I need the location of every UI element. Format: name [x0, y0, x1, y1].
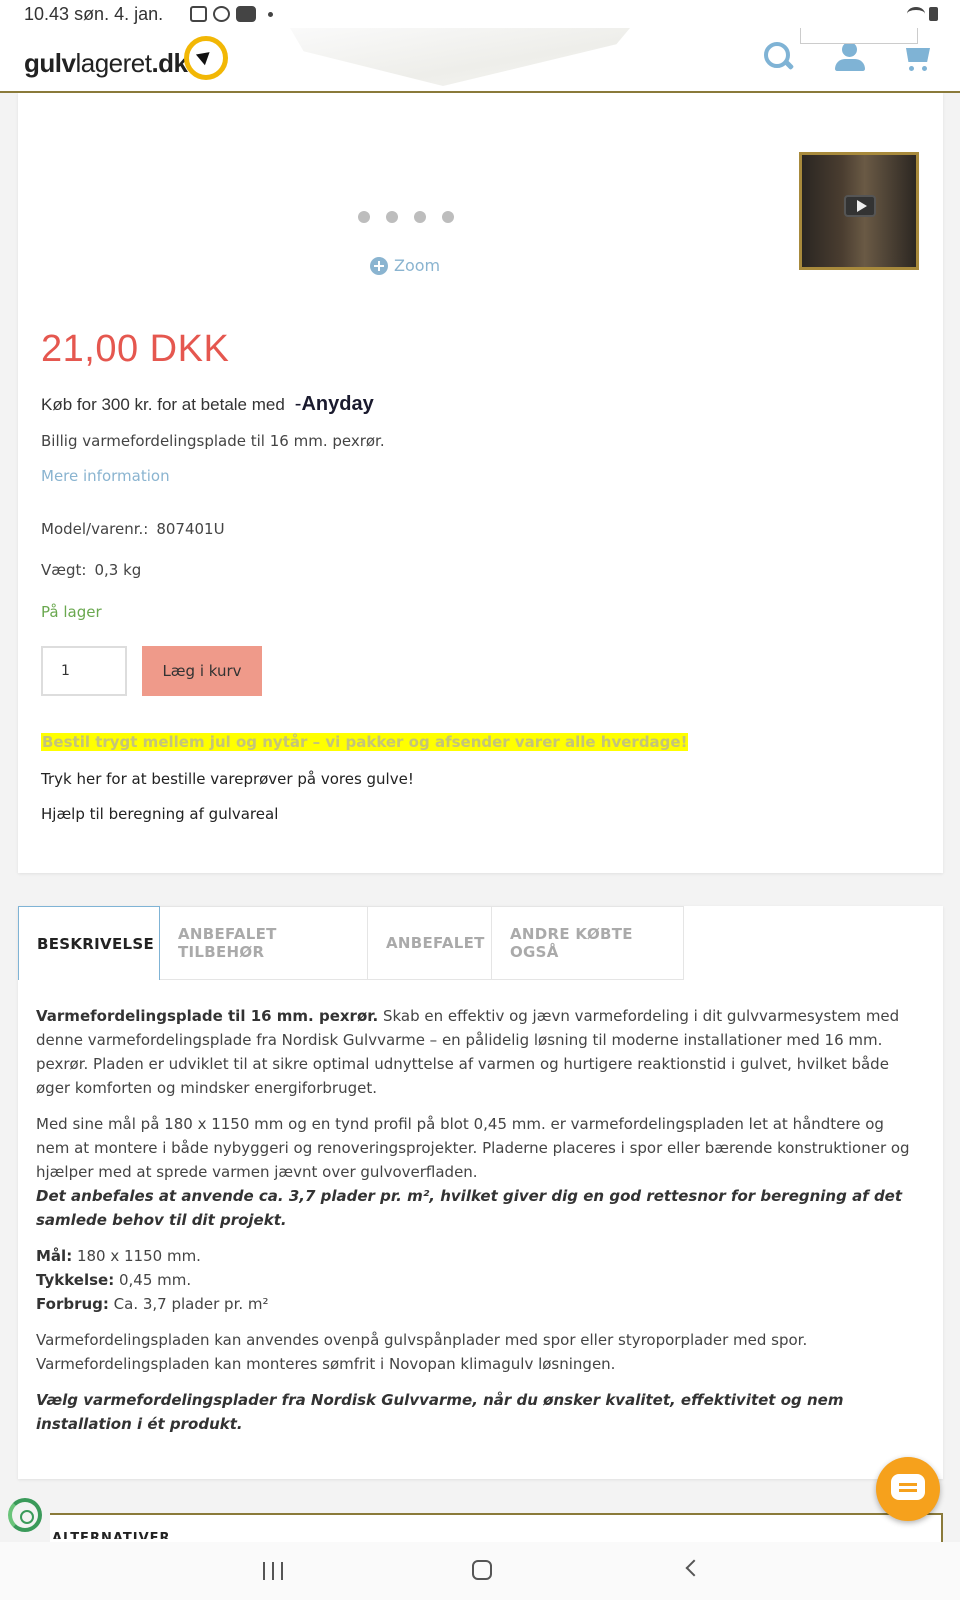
- tab-recommended-accessories[interactable]: ANBEFALET TILBEHØR: [160, 906, 368, 980]
- video-thumbnail[interactable]: [799, 152, 919, 270]
- more-notifications-icon: [268, 11, 273, 17]
- system-icons: [907, 7, 938, 21]
- holiday-promo-banner: Bestil trygt mellem jul og nytår – vi pa…: [41, 733, 689, 751]
- recent-apps-icon[interactable]: [263, 1562, 283, 1580]
- product-tabs: BESKRIVELSE ANBEFALET TILBEHØR ANBEFALET…: [18, 906, 943, 1479]
- zoom-button[interactable]: Zoom: [370, 256, 440, 275]
- add-to-cart-button[interactable]: Læg i kurv: [142, 646, 262, 696]
- anyday-text: Køb for 300 kr. for at betale med: [41, 394, 285, 414]
- model-row: Model/varenr.: 807401U: [41, 520, 225, 538]
- sync-icon: [213, 6, 230, 22]
- product-price: 21,00 DKK: [41, 328, 230, 370]
- gallery-icon: [190, 6, 207, 22]
- description-paragraph: Varmefordelingspladen kan anvendes ovenp…: [36, 1331, 808, 1373]
- zoom-plus-icon: [370, 256, 388, 275]
- alternatives-title: ALTERNATIVER: [52, 1531, 171, 1539]
- short-description: Billig varmefordelingsplade til 16 mm. p…: [41, 432, 385, 450]
- tab-also-bought[interactable]: ANDRE KØBTE OGSÅ: [492, 906, 684, 980]
- weight-row: Vægt: 0,3 kg: [41, 561, 141, 579]
- description-closing: Vælg varmefordelingsplader fra Nordisk G…: [36, 1391, 844, 1433]
- wifi-icon: [907, 7, 925, 21]
- gallery-dots: [358, 211, 454, 223]
- zoom-label: Zoom: [394, 256, 441, 275]
- gallery-dot[interactable]: [414, 211, 426, 223]
- description-paragraph: Varmefordelingsplade til 16 mm. pexrør. …: [36, 1007, 900, 1097]
- quantity-input[interactable]: [41, 646, 127, 696]
- tab-bar: BESKRIVELSE ANBEFALET TILBEHØR ANBEFALET…: [18, 906, 684, 980]
- cart-icon[interactable]: [902, 46, 932, 72]
- anyday-info: Køb for 300 kr. for at betale med -Anyda…: [41, 393, 374, 416]
- stock-status: På lager: [41, 603, 102, 621]
- user-icon[interactable]: [834, 42, 866, 74]
- tab-description[interactable]: BESKRIVELSE: [18, 906, 160, 980]
- system-nav-bar: [0, 1542, 960, 1600]
- search-icon[interactable]: [764, 42, 792, 70]
- spec-thickness: Tykkelse: 0,45 mm.: [36, 1271, 192, 1289]
- description-paragraph: Med sine mål på 180 x 1150 mm og en tynd…: [36, 1115, 910, 1229]
- tab-recommended[interactable]: ANBEFALET: [368, 906, 492, 980]
- gallery-dot[interactable]: [442, 211, 454, 223]
- order-samples-link[interactable]: Tryk her for at bestille vareprøver på v…: [41, 770, 414, 788]
- home-icon[interactable]: [472, 1560, 492, 1580]
- status-bar: 10.43 søn. 4. jan.: [0, 0, 960, 28]
- recycle-icon[interactable]: [8, 1498, 42, 1532]
- play-icon[interactable]: [844, 195, 876, 217]
- spec-list: Mål: 180 x 1150 mm. Tykkelse: 0,45 mm. F…: [36, 1244, 916, 1316]
- gallery-thumbnail-partial[interactable]: [800, 28, 918, 44]
- spec-usage: Forbrug: Ca. 3,7 plader pr. m²: [36, 1295, 269, 1313]
- model-label: Model/varenr.:: [41, 520, 149, 538]
- cursor-logo-icon[interactable]: [184, 36, 228, 80]
- weight-value: 0,3 kg: [94, 561, 142, 579]
- spec-size: Mål: 180 x 1150 mm.: [36, 1247, 201, 1265]
- back-icon[interactable]: [685, 1559, 703, 1577]
- description-body: Varmefordelingsplade til 16 mm. pexrør. …: [36, 1004, 916, 1448]
- area-calculator-link[interactable]: Hjælp til beregning af gulvareal: [41, 805, 278, 823]
- gallery-dot[interactable]: [386, 211, 398, 223]
- product-image-peek: [290, 28, 630, 86]
- model-value: 807401U: [156, 520, 225, 538]
- gallery-dot[interactable]: [358, 211, 370, 223]
- status-time: 10.43 søn. 4. jan.: [24, 4, 164, 24]
- battery-icon: [929, 7, 938, 21]
- notification-icons: [190, 6, 273, 22]
- chat-button[interactable]: [876, 1457, 940, 1521]
- youtube-icon: [236, 6, 256, 22]
- anyday-logo: -Anyday: [294, 393, 374, 415]
- product-card: Zoom 21,00 DKK Køb for 300 kr. for at be…: [18, 93, 943, 873]
- site-logo[interactable]: gulvlageret.dk: [24, 48, 188, 79]
- weight-label: Vægt:: [41, 561, 87, 579]
- more-info-link[interactable]: Mere information: [41, 467, 170, 485]
